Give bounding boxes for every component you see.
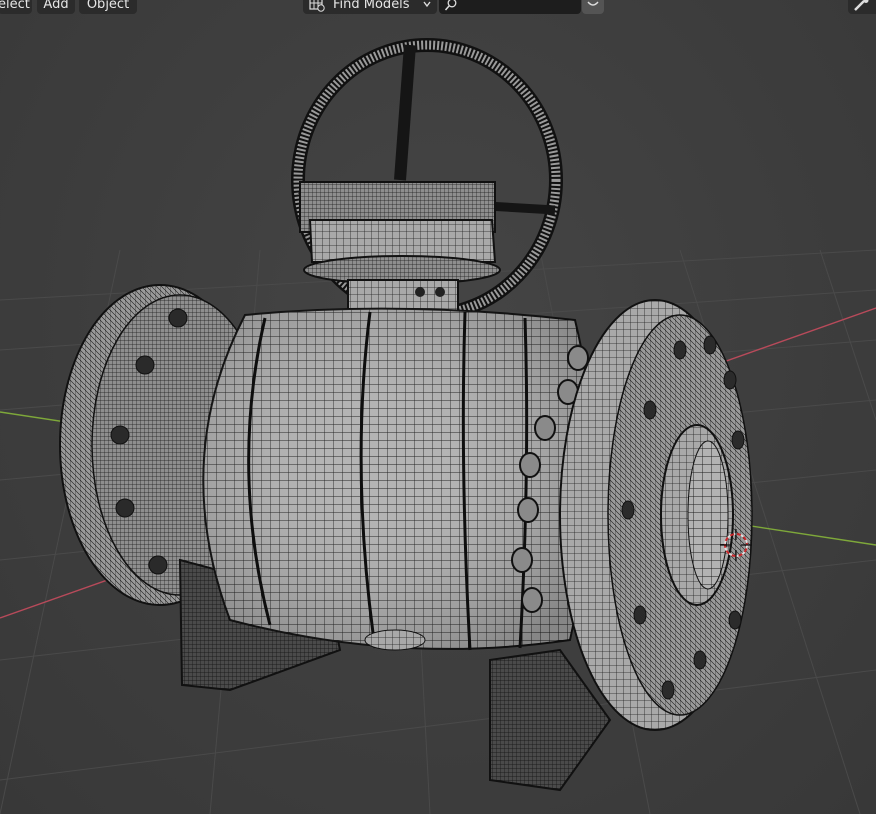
find-models-dropdown[interactable]: Find Models — [303, 0, 437, 14]
search-input[interactable] — [461, 0, 577, 14]
tool-button[interactable] — [848, 0, 876, 14]
menu-select[interactable]: elect — [0, 0, 32, 14]
grid-globe-icon — [309, 0, 325, 12]
3d-viewport[interactable]: elect Add Object Find Models — [0, 0, 876, 814]
menu-add[interactable]: Add — [37, 0, 75, 14]
right-flange — [559, 299, 753, 731]
chevron-down-icon — [423, 1, 431, 8]
find-models-label: Find Models — [333, 0, 410, 12]
chevron-icon — [587, 1, 599, 6]
menu-object[interactable]: Object — [79, 0, 137, 14]
search-icon — [444, 0, 457, 11]
brush-icon — [854, 0, 869, 11]
search-field[interactable] — [439, 0, 581, 14]
viewport-scene — [0, 38, 876, 814]
search-submit-button[interactable] — [582, 0, 604, 14]
